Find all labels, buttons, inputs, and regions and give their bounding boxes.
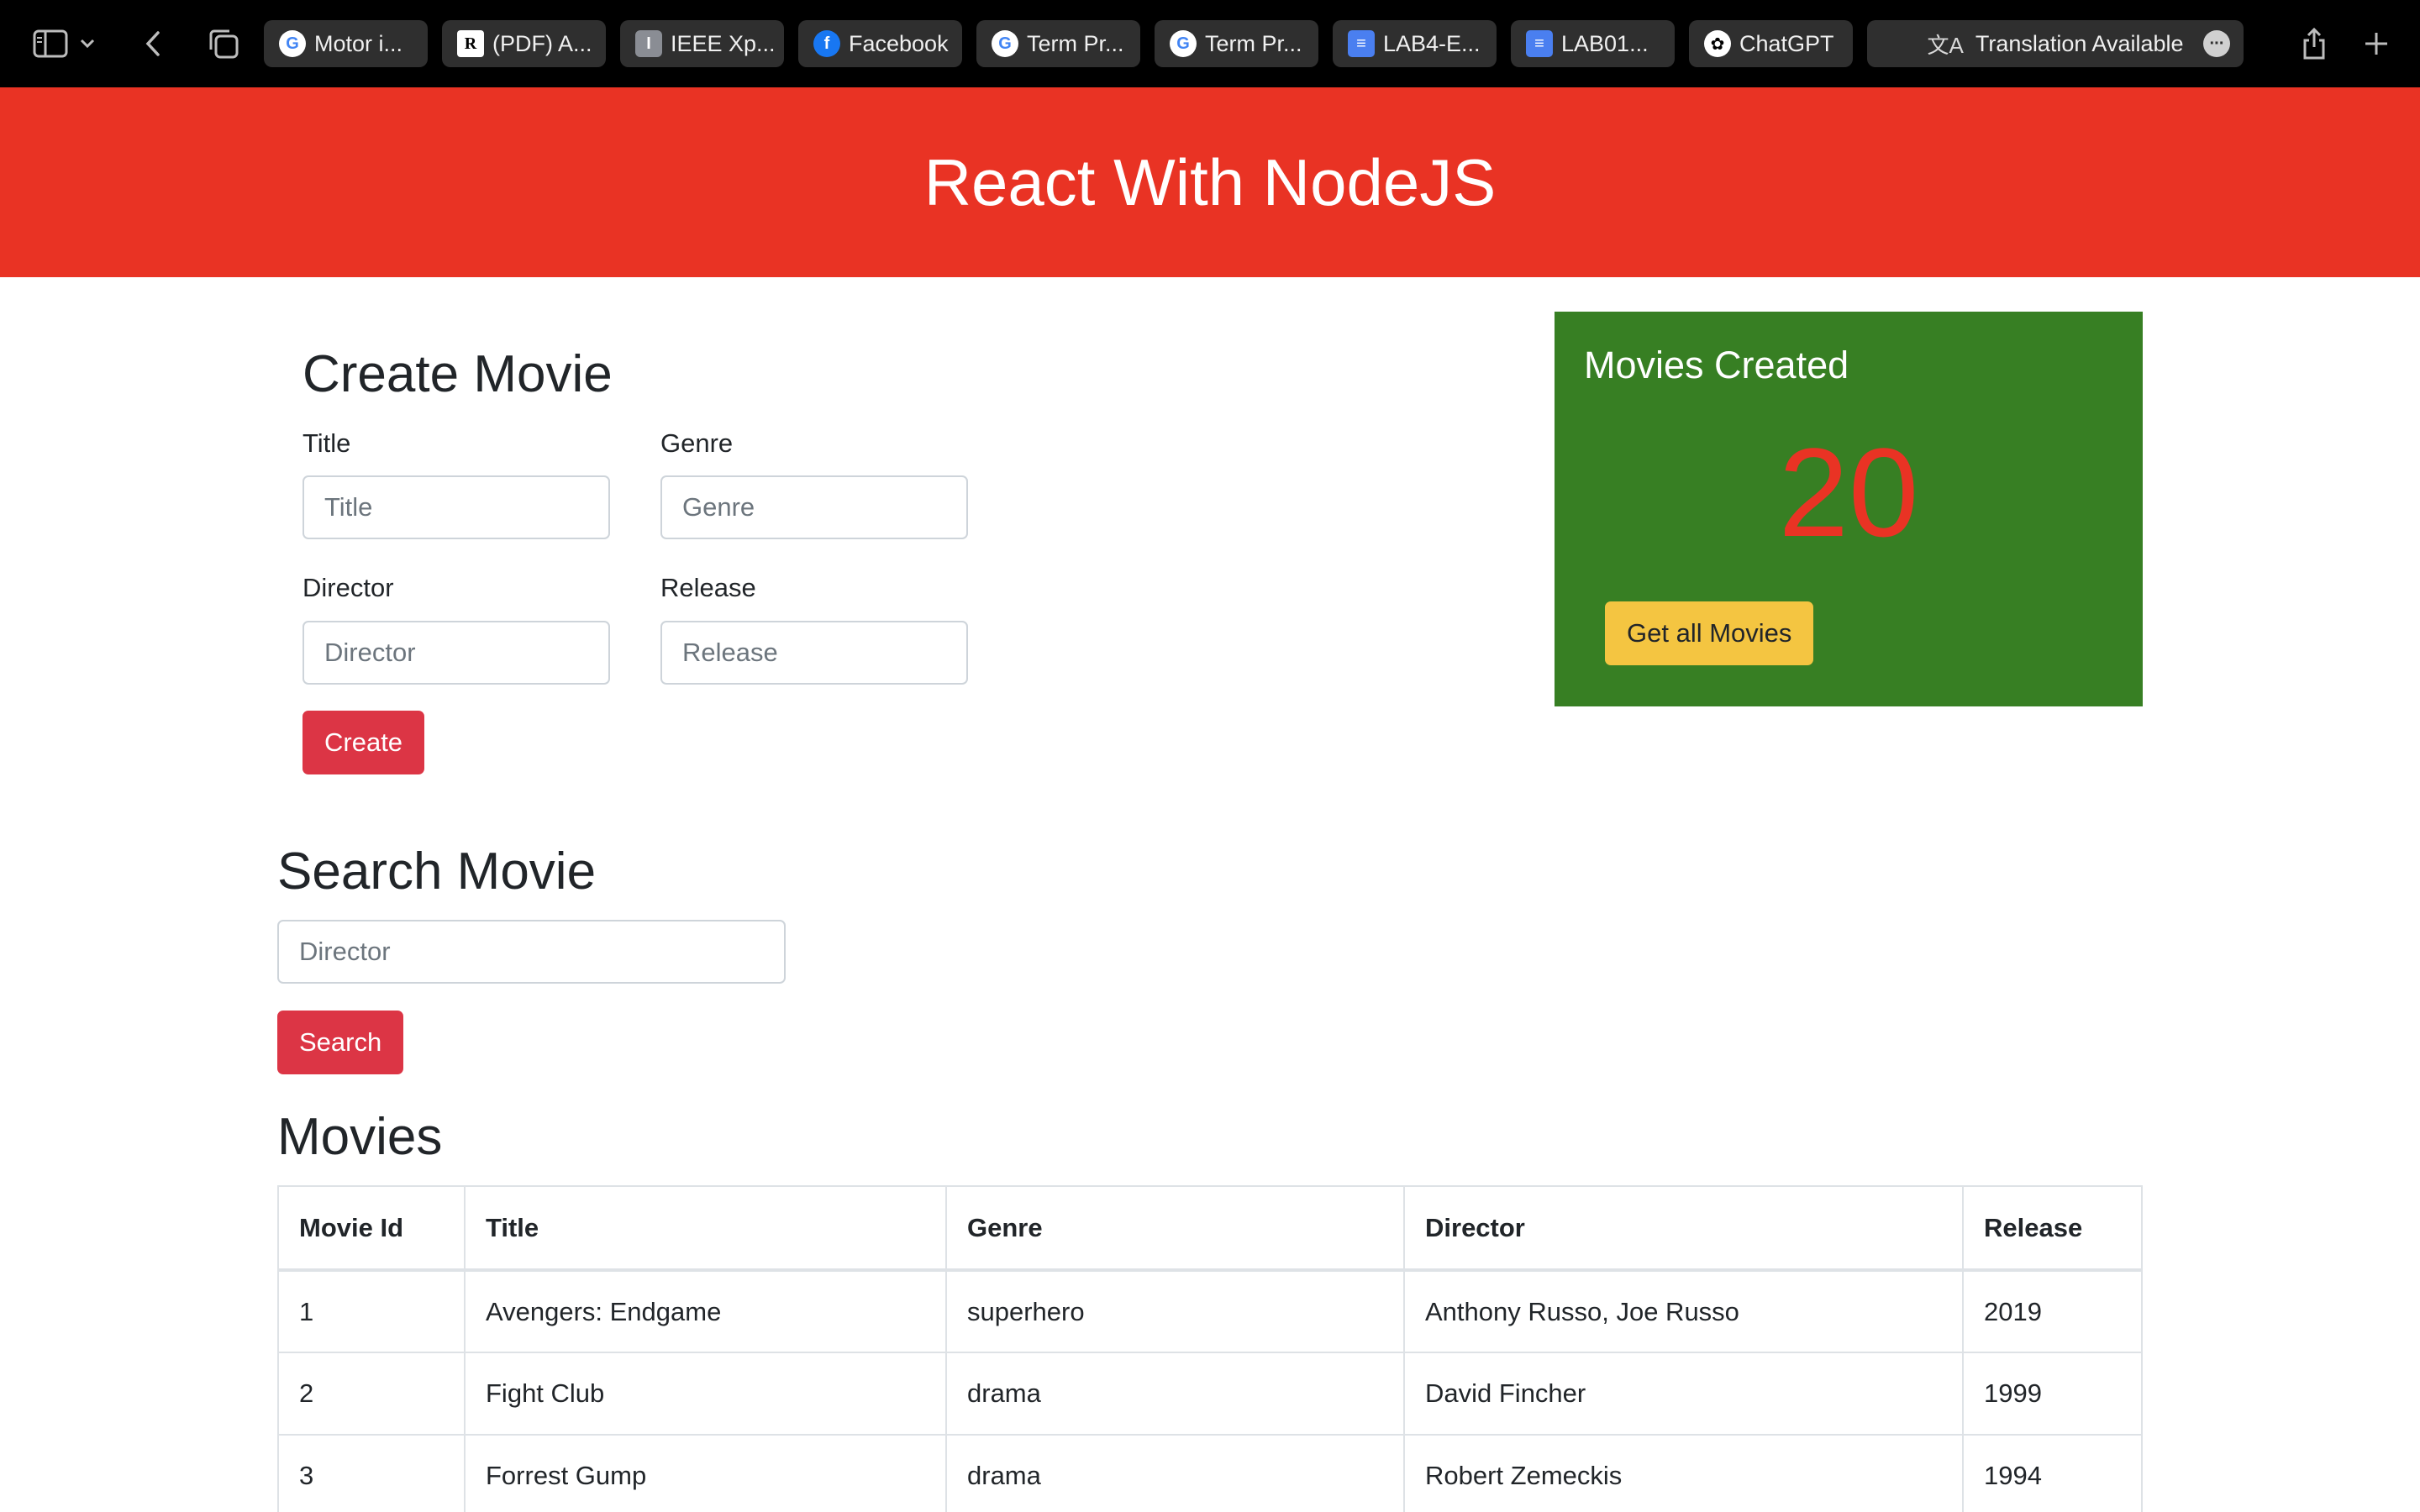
- create-movie-heading: Create Movie: [302, 345, 613, 403]
- tab-label: (PDF) A...: [492, 30, 592, 56]
- browser-toolbar: G Motor i... R (PDF) A... I IEEE Xp... f…: [0, 0, 2420, 87]
- app-header: React With NodeJS: [0, 87, 2420, 277]
- google-icon: G: [992, 30, 1018, 57]
- table-row: 3 Forrest Gump drama Robert Zemeckis 199…: [277, 1434, 2143, 1512]
- column-header: Title: [464, 1185, 947, 1272]
- more-options-icon[interactable]: ···: [2203, 30, 2230, 57]
- column-header: Director: [1403, 1185, 1964, 1272]
- movies-created-count: 20: [1778, 422, 1919, 563]
- browser-tab[interactable]: ≡ LAB4-E...: [1333, 20, 1497, 67]
- chatgpt-icon: ✿: [1704, 30, 1731, 57]
- browser-tab[interactable]: G Motor i...: [264, 20, 428, 67]
- tab-label: LAB4-E...: [1383, 30, 1481, 56]
- app-title: React With NodeJS: [923, 144, 1497, 219]
- movie-title-cell: Fight Club: [464, 1352, 947, 1436]
- director-input[interactable]: [302, 621, 610, 685]
- column-header: Release: [1962, 1185, 2143, 1272]
- facebook-icon: f: [813, 30, 840, 57]
- title-label: Title: [302, 428, 351, 458]
- google-icon: G: [279, 30, 306, 57]
- tab-label: ChatGPT: [1739, 30, 1834, 56]
- tab-label: Term Pr...: [1205, 30, 1302, 56]
- table-header-row: Movie Id Title Genre Director Release: [277, 1185, 2143, 1272]
- movie-id-cell: 3: [277, 1434, 466, 1512]
- translation-available-label: Translation Available: [1975, 30, 2184, 56]
- docs-icon: ≡: [1348, 30, 1375, 57]
- movie-release-cell: 1994: [1962, 1434, 2143, 1512]
- movie-genre-cell: drama: [945, 1352, 1405, 1436]
- browser-tab[interactable]: G Term Pr...: [976, 20, 1140, 67]
- movie-director-cell: Anthony Russo, Joe Russo: [1403, 1269, 1964, 1353]
- release-input[interactable]: [660, 621, 968, 685]
- browser-tab[interactable]: R (PDF) A...: [442, 20, 606, 67]
- search-director-input[interactable]: [277, 920, 786, 984]
- browser-tab[interactable]: G Term Pr...: [1155, 20, 1318, 67]
- share-icon[interactable]: [2289, 18, 2339, 69]
- movie-release-cell: 2019: [1962, 1269, 2143, 1353]
- table-row: 2 Fight Club drama David Fincher 1999: [277, 1352, 2143, 1436]
- movie-director-cell: Robert Zemeckis: [1403, 1434, 1964, 1512]
- search-movie-heading: Search Movie: [277, 843, 597, 900]
- tab-label: IEEE Xp...: [671, 30, 776, 56]
- tab-label: Term Pr...: [1027, 30, 1124, 56]
- movie-genre-cell: drama: [945, 1434, 1405, 1512]
- browser-tab[interactable]: f Facebook: [798, 20, 962, 67]
- sidebar-toggle-icon[interactable]: [25, 18, 76, 69]
- browser-tab-active[interactable]: 文A Translation Available ···: [1867, 20, 2244, 67]
- browser-tab[interactable]: I IEEE Xp...: [620, 20, 784, 67]
- chevron-down-icon[interactable]: [72, 18, 103, 69]
- column-header: Genre: [945, 1185, 1405, 1272]
- movie-title-cell: Forrest Gump: [464, 1434, 947, 1512]
- table-row: 1 Avengers: Endgame superhero Anthony Ru…: [277, 1269, 2143, 1353]
- movie-id-cell: 1: [277, 1269, 466, 1353]
- back-arrow-icon[interactable]: [128, 18, 178, 69]
- tab-label: Motor i...: [314, 30, 403, 56]
- tab-label: Facebook: [849, 30, 949, 56]
- column-header: Movie Id: [277, 1185, 466, 1272]
- tab-overview-icon[interactable]: [198, 18, 249, 69]
- genre-input[interactable]: [660, 475, 968, 539]
- movie-release-cell: 1999: [1962, 1352, 2143, 1436]
- movies-created-card: Movies Created 20 Get all Movies: [1555, 312, 2143, 706]
- title-input[interactable]: [302, 475, 610, 539]
- google-icon: G: [1170, 30, 1197, 57]
- movie-id-cell: 2: [277, 1352, 466, 1436]
- director-label: Director: [302, 573, 394, 602]
- tab-label: LAB01...: [1561, 30, 1649, 56]
- movie-director-cell: David Fincher: [1403, 1352, 1964, 1436]
- movie-title-cell: Avengers: Endgame: [464, 1269, 947, 1353]
- movies-heading: Movies: [277, 1108, 443, 1166]
- browser-tab[interactable]: ≡ LAB01...: [1511, 20, 1675, 67]
- get-all-movies-button[interactable]: Get all Movies: [1605, 601, 1814, 665]
- movies-table: Movie Id Title Genre Director Release 1 …: [277, 1185, 2143, 1512]
- browser-tab[interactable]: ✿ ChatGPT: [1689, 20, 1853, 67]
- researchgate-icon: R: [457, 30, 484, 57]
- translate-icon: 文A: [1927, 32, 1964, 58]
- ieee-icon: I: [635, 30, 662, 57]
- new-tab-icon[interactable]: [2351, 18, 2402, 69]
- movies-created-heading: Movies Created: [1584, 344, 1849, 386]
- docs-icon: ≡: [1526, 30, 1553, 57]
- create-button[interactable]: Create: [302, 711, 425, 774]
- release-label: Release: [660, 573, 756, 602]
- search-button[interactable]: Search: [277, 1011, 404, 1074]
- genre-label: Genre: [660, 428, 734, 458]
- movie-genre-cell: superhero: [945, 1269, 1405, 1353]
